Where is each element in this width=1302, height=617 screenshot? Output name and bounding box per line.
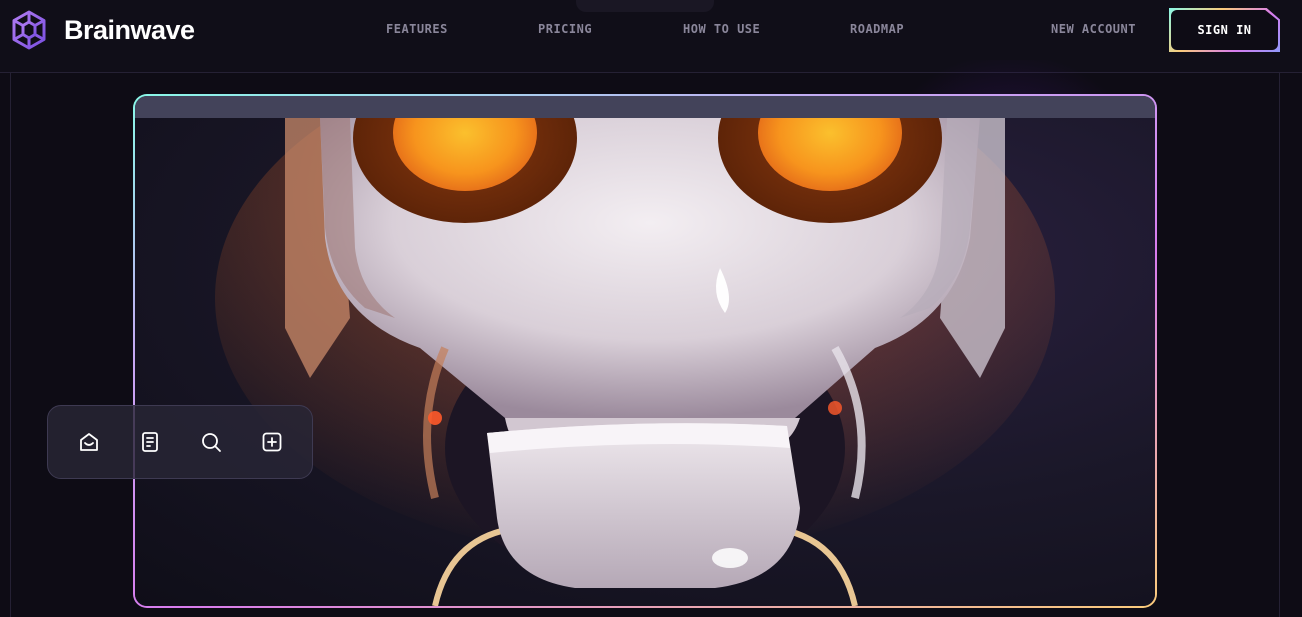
robot-illustration — [215, 118, 1055, 606]
brand-name: Brainwave — [64, 14, 195, 45]
nav-link-features[interactable]: FEATURES — [386, 22, 448, 36]
hero-frame-inner — [135, 96, 1155, 606]
sign-in-button[interactable]: SIGN IN — [1169, 8, 1280, 52]
search-icon — [201, 433, 221, 452]
brainwave-logo-icon — [12, 10, 46, 50]
home-button[interactable] — [69, 422, 109, 462]
plus-square-icon — [262, 432, 281, 452]
nav-link-pricing[interactable]: PRICING — [538, 22, 592, 36]
document-icon — [141, 432, 158, 452]
new-account-link[interactable]: NEW ACCOUNT — [1051, 22, 1136, 36]
robot-hero-image — [135, 118, 1155, 606]
nav-link-how-to-use[interactable]: HOW TO USE — [683, 22, 760, 36]
home-icon — [79, 433, 98, 451]
document-button[interactable] — [130, 422, 170, 462]
hero-frame — [133, 94, 1157, 608]
floating-toolbar — [47, 405, 313, 479]
search-button[interactable] — [191, 422, 231, 462]
right-grid-line — [1279, 72, 1280, 617]
sign-in-label: SIGN IN — [1171, 10, 1278, 50]
top-tab-decoration — [576, 0, 714, 12]
brand-logo[interactable]: Brainwave — [8, 10, 195, 50]
hero-frame-topbar — [135, 96, 1155, 118]
nav-link-roadmap[interactable]: ROADMAP — [850, 22, 904, 36]
add-button[interactable] — [252, 422, 292, 462]
left-grid-line — [10, 72, 11, 617]
